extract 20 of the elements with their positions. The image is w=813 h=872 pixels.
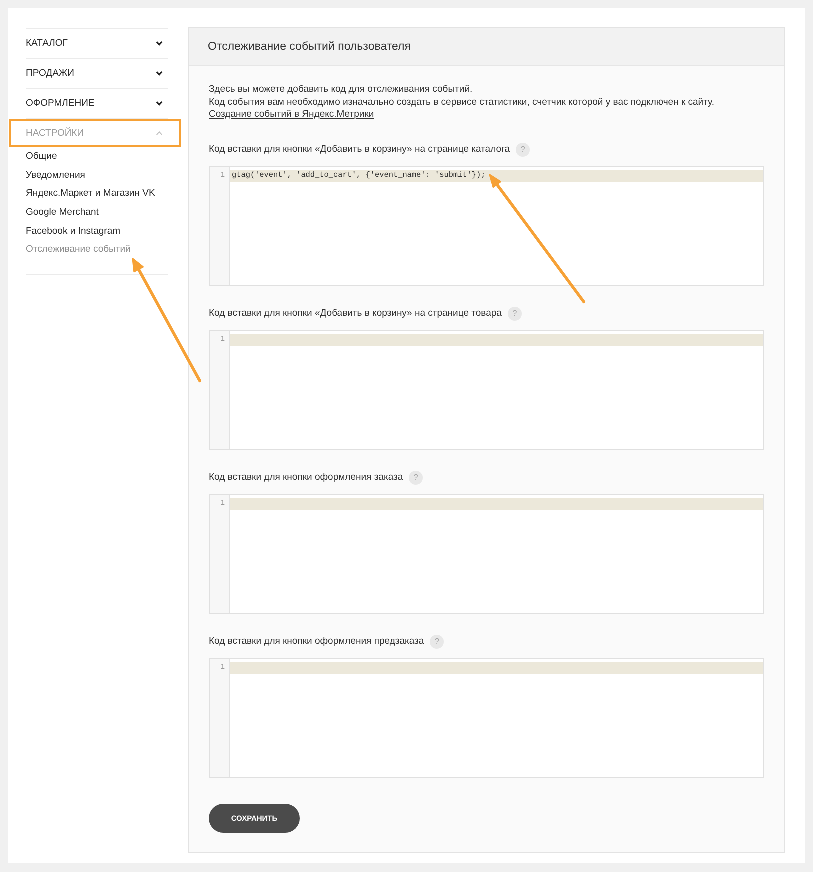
sidebar-section-toggle[interactable]: КАТАЛОГ — [26, 29, 168, 58]
sidebar-link[interactable]: Google Merchant — [26, 207, 99, 220]
sidebar-section-toggle[interactable]: ПРОДАЖИ — [26, 59, 168, 88]
help-link[interactable]: Создание событий в Яндекс.Метрики — [209, 109, 374, 120]
field-label: Код вставки для кнопки оформления заказа — [209, 472, 404, 483]
chevron-down-icon — [156, 71, 163, 76]
panel-title: Отслеживание событий пользователя — [208, 40, 411, 52]
field-label: Код вставки для кнопки «Добавить в корзину» на странице каталога — [209, 144, 510, 155]
intro-text: Код события вам необходимо изначально создать в сервисе статистики, счетчик которой у вас подключен к сайту. — [209, 96, 714, 108]
sidebar-link[interactable]: Уведомления — [26, 170, 86, 182]
field-label: Код вставки для кнопки оформления предзаказа — [209, 636, 424, 647]
intro-text: Здесь вы можете добавить код для отслеживания событий. — [209, 84, 473, 95]
chevron-down-icon — [156, 101, 163, 106]
sidebar-link[interactable]: Facebook и Instagram — [26, 226, 121, 238]
sidebar-link[interactable]: Яндекс.Маркет и Магазин VK — [26, 188, 156, 200]
field-label: Код вставки для кнопки «Добавить в корзину» на странице товара — [209, 308, 502, 319]
chevron-up-icon — [156, 131, 163, 136]
chevron-down-icon — [156, 41, 163, 46]
sidebar-section-toggle[interactable]: ОФОРМЛЕНИЕ — [26, 89, 168, 118]
sidebar-link[interactable]: Общие — [26, 151, 58, 164]
